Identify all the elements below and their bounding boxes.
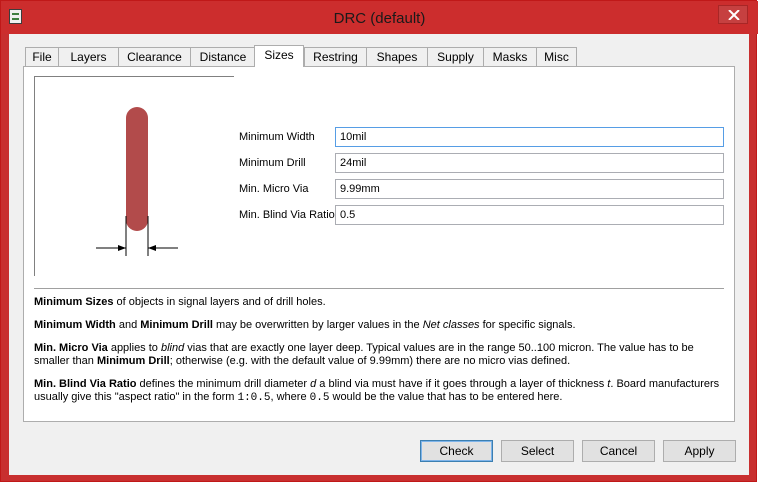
help-paragraph-4: Min. Blind Via Ratio defines the minimum… xyxy=(34,378,720,404)
help-paragraph-1: Minimum Sizes of objects in signal layer… xyxy=(34,296,326,308)
close-button[interactable] xyxy=(718,5,748,24)
min-blind-via-ratio-input[interactable] xyxy=(335,205,724,225)
tab-layers-label: Layers xyxy=(70,50,107,64)
separator xyxy=(34,288,724,289)
tab-misc[interactable]: Misc xyxy=(536,47,577,66)
drc-dialog-window: DRC (default) File Layers Clearance Dist… xyxy=(0,0,758,482)
apply-button[interactable]: Apply xyxy=(663,440,736,462)
trace-shape xyxy=(126,107,148,231)
dimension-arrow-right-icon xyxy=(148,245,156,251)
tab-distance-label: Distance xyxy=(199,50,247,64)
min-width-preview-image xyxy=(34,76,234,276)
tab-masks-label: Masks xyxy=(492,50,528,64)
tab-supply[interactable]: Supply xyxy=(427,47,484,66)
min-blind-via-ratio-label: Min. Blind Via Ratio xyxy=(239,209,335,221)
sizes-tab-panel: Minimum Width Minimum Drill Min. Micro V… xyxy=(23,66,735,422)
tab-restring-label: Restring xyxy=(313,50,358,64)
dialog-client-area: File Layers Clearance Distance Sizes Res… xyxy=(9,34,749,475)
tab-shapes[interactable]: Shapes xyxy=(366,47,428,66)
min-width-label: Minimum Width xyxy=(239,131,315,143)
tab-clearance[interactable]: Clearance xyxy=(118,47,191,66)
tab-supply-label: Supply xyxy=(437,50,474,64)
tab-shapes-label: Shapes xyxy=(376,50,418,64)
min-width-input[interactable] xyxy=(335,127,724,147)
check-button[interactable]: Check xyxy=(420,440,493,462)
tab-masks[interactable]: Masks xyxy=(483,47,537,66)
tab-sizes-label: Sizes xyxy=(264,48,294,62)
min-micro-via-input[interactable] xyxy=(335,179,724,199)
close-icon xyxy=(728,10,740,20)
title-bar[interactable]: DRC (default) xyxy=(1,1,758,34)
min-drill-input[interactable] xyxy=(335,153,724,173)
select-button[interactable]: Select xyxy=(501,440,574,462)
tab-misc-label: Misc xyxy=(544,50,569,64)
tab-clearance-label: Clearance xyxy=(127,50,182,64)
min-drill-label: Minimum Drill xyxy=(239,157,306,169)
dimension-arrow-left-icon xyxy=(118,245,126,251)
window-title: DRC (default) xyxy=(333,10,426,27)
tab-file[interactable]: File xyxy=(25,47,59,66)
tab-sizes[interactable]: Sizes xyxy=(254,45,304,67)
help-paragraph-3: Min. Micro Via applies to blind vias tha… xyxy=(34,342,694,367)
help-paragraph-2: Minimum Width and Minimum Drill may be o… xyxy=(34,319,576,331)
help-text: Minimum Sizes of objects in signal layer… xyxy=(34,296,724,415)
min-micro-via-label: Min. Micro Via xyxy=(239,183,309,195)
tab-layers[interactable]: Layers xyxy=(58,47,119,66)
tab-distance[interactable]: Distance xyxy=(190,47,256,66)
tab-file-label: File xyxy=(32,50,52,64)
tab-restring[interactable]: Restring xyxy=(304,47,367,66)
cancel-button[interactable]: Cancel xyxy=(582,440,655,462)
